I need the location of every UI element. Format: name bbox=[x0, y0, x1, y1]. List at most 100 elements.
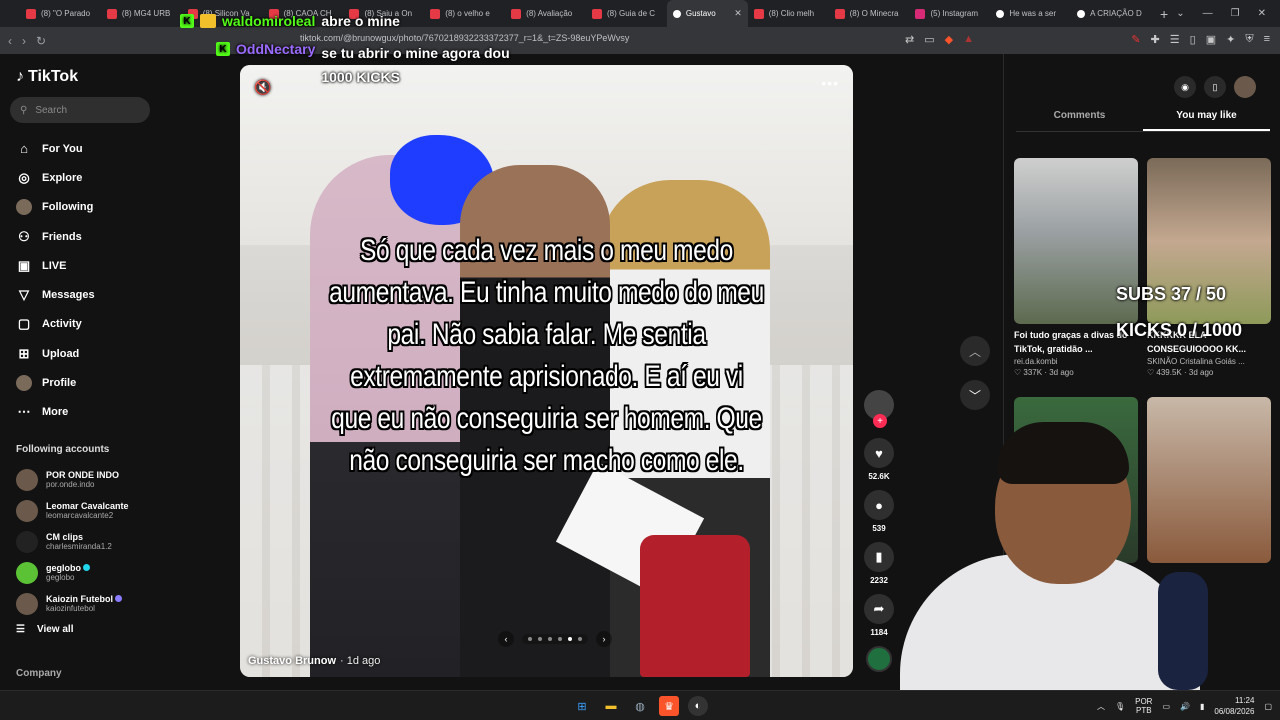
carousel-dot[interactable] bbox=[528, 637, 532, 641]
suggested-video-card[interactable]: Foi tudo graças a divas do TikTok, grati… bbox=[1014, 158, 1138, 377]
tab-search-icon[interactable]: ⌄ bbox=[1176, 8, 1184, 19]
network-icon[interactable]: ▭ bbox=[1162, 702, 1170, 711]
browser-tab[interactable]: (8) Avaliação bbox=[505, 0, 586, 27]
search-input[interactable]: ⚲ Search bbox=[10, 97, 150, 123]
bookmarks-icon[interactable]: ☰ bbox=[1170, 33, 1180, 46]
restore-icon[interactable]: ❐ bbox=[1231, 8, 1240, 19]
reload-icon[interactable]: ↻ bbox=[36, 34, 46, 48]
kick-badge-icon: K bbox=[216, 42, 230, 56]
nav-friends[interactable]: ⚇ Friends bbox=[16, 222, 95, 251]
youtube-favicon-icon bbox=[753, 8, 764, 19]
close-tab-icon[interactable]: ✕ bbox=[734, 8, 742, 19]
photo-post[interactable]: Só que cada vez mais o meu medo aumentav… bbox=[240, 65, 853, 677]
nav-activity[interactable]: ▢ Activity bbox=[16, 310, 95, 339]
wallet-icon[interactable]: ▣ bbox=[1206, 33, 1216, 46]
kick-badge-icon: K bbox=[180, 14, 194, 28]
nav-for-you[interactable]: ⌂ For You bbox=[16, 134, 95, 163]
cast-icon[interactable]: ▭ bbox=[924, 33, 934, 46]
back-icon[interactable]: ‹ bbox=[8, 34, 12, 48]
more-options-icon[interactable]: ••• bbox=[821, 75, 839, 91]
tiktok-favicon-icon bbox=[1077, 9, 1086, 18]
nav-explore[interactable]: ◎ Explore bbox=[16, 163, 95, 192]
vpn-icon[interactable]: ⛨ bbox=[1245, 33, 1253, 46]
chevron-up-icon[interactable]: ︿ bbox=[960, 336, 990, 366]
nav-more[interactable]: ⋯ More bbox=[16, 398, 95, 427]
tab-comments[interactable]: Comments bbox=[1016, 110, 1143, 131]
puzzle-icon[interactable]: ✚ bbox=[1151, 33, 1160, 46]
extension-icon[interactable]: ✎ bbox=[1131, 33, 1140, 46]
browser-tab[interactable]: (8) Guia de C bbox=[586, 0, 667, 27]
tab-you-may-like[interactable]: You may like bbox=[1143, 110, 1270, 131]
coin-icon[interactable]: ◉ bbox=[1174, 76, 1196, 98]
carousel-dot[interactable] bbox=[568, 637, 572, 641]
browser-tab[interactable]: (8) Clio melh bbox=[748, 0, 829, 27]
youtube-favicon-icon bbox=[834, 8, 845, 19]
account-item[interactable]: geglobo geglobo bbox=[16, 557, 129, 588]
device-icon[interactable]: ▯ bbox=[1204, 76, 1226, 98]
forward-icon[interactable]: › bbox=[22, 34, 26, 48]
tiktok-logo[interactable]: ♪ TikTok bbox=[16, 68, 78, 86]
carousel-dot[interactable] bbox=[558, 637, 562, 641]
post-time: · 1d ago bbox=[340, 655, 381, 667]
file-explorer-icon[interactable]: ▬ bbox=[601, 696, 621, 716]
nav-messages[interactable]: ▽ Messages bbox=[16, 280, 95, 309]
activity-icon: ▢ bbox=[17, 316, 31, 332]
language-indicator[interactable]: POR PTB bbox=[1135, 697, 1152, 715]
nav-live[interactable]: ▣ LIVE bbox=[16, 251, 95, 280]
account-name: geglobo bbox=[46, 562, 81, 573]
battery-icon[interactable]: ▮ bbox=[1200, 702, 1204, 711]
volume-icon[interactable]: 🔊 bbox=[1180, 702, 1190, 711]
browser-tab[interactable]: Gustavo ✕ bbox=[666, 0, 748, 27]
nav-following[interactable]: Following bbox=[16, 193, 95, 222]
carousel-next-icon[interactable]: › bbox=[596, 631, 612, 647]
tab-label: (8) o velho e bbox=[445, 9, 490, 18]
brave-rewards-icon[interactable]: ▲ bbox=[963, 33, 974, 46]
obs-icon[interactable]: ◐ bbox=[688, 696, 708, 716]
carousel-dot[interactable] bbox=[538, 637, 542, 641]
account-item[interactable]: POR ONDE INDO por.onde.indo bbox=[16, 464, 129, 495]
menu-icon[interactable]: ≡ bbox=[1264, 33, 1270, 46]
account-item[interactable]: CM clips charlesmiranda1.2 bbox=[16, 526, 129, 557]
window-controls: ⌄ — ❐ ✕ bbox=[1176, 8, 1280, 19]
nav-profile[interactable]: Profile bbox=[16, 368, 95, 397]
browser-tab[interactable]: (8) o velho e bbox=[424, 0, 505, 27]
close-window-icon[interactable]: ✕ bbox=[1258, 8, 1266, 19]
carousel-prev-icon[interactable]: ‹ bbox=[498, 631, 514, 647]
ai-icon[interactable]: ✦ bbox=[1226, 33, 1235, 46]
nav-upload[interactable]: ⊞ Upload bbox=[16, 339, 95, 368]
translate-icon[interactable]: ⇄ bbox=[905, 33, 914, 46]
post-author[interactable]: Gustavo Brunow · 1d ago bbox=[248, 655, 380, 667]
browser-tab[interactable]: (8) "O Parado bbox=[20, 0, 101, 27]
view-all-button[interactable]: ☰ View all bbox=[16, 624, 73, 635]
account-name: Leomar Cavalcante bbox=[46, 500, 129, 511]
notification-icon[interactable]: ▢ bbox=[1264, 702, 1272, 711]
brave-browser-icon[interactable]: ♛ bbox=[659, 696, 679, 716]
heart-icon: ♡ bbox=[1147, 368, 1157, 377]
minimize-icon[interactable]: — bbox=[1203, 8, 1213, 19]
search-icon: ⚲ bbox=[20, 104, 28, 116]
clock[interactable]: 11:24 06/08/2026 bbox=[1214, 695, 1254, 717]
browser-tab[interactable]: (8) MG4 URB bbox=[101, 0, 182, 27]
account-item[interactable]: Leomar Cavalcante leomarcavalcante2 bbox=[16, 495, 129, 526]
tiktok-favicon-icon bbox=[996, 9, 1005, 18]
carousel-dot[interactable] bbox=[578, 637, 582, 641]
browser-tab[interactable]: (5) Instagram bbox=[909, 0, 990, 27]
steam-icon[interactable]: ◍ bbox=[630, 696, 650, 716]
browser-tab[interactable]: He was a ser bbox=[990, 0, 1071, 27]
windows-start-icon[interactable]: ⊞ bbox=[572, 696, 592, 716]
brave-shield-icon[interactable]: ◆ bbox=[945, 33, 953, 46]
more-icon: ⋯ bbox=[17, 404, 31, 420]
mic-icon[interactable]: 🎙 bbox=[1115, 702, 1125, 711]
browser-tab[interactable]: (8) O Minecra bbox=[829, 0, 910, 27]
tiktok-sidebar: ♪ TikTok ⚲ Search ⌂ For You ◎ Explore Foll… bbox=[0, 54, 170, 690]
suggested-video-card[interactable]: KKKKKK ELA CONSEGUIOOOO KK... SKINÃO Cri… bbox=[1147, 158, 1271, 377]
company-link[interactable]: Company bbox=[16, 668, 62, 679]
sidebar-icon[interactable]: ▯ bbox=[1190, 33, 1196, 46]
tray-expand-icon[interactable]: ︿ bbox=[1097, 701, 1105, 712]
browser-tab[interactable]: A CRIAÇÃO D bbox=[1071, 0, 1152, 27]
new-tab-button[interactable]: + bbox=[1152, 6, 1176, 22]
account-item[interactable]: Kaiozin Futebol kaiozinfutebol bbox=[16, 588, 129, 619]
compass-icon: ◎ bbox=[18, 169, 30, 185]
avatar[interactable] bbox=[1234, 76, 1256, 98]
carousel-dot[interactable] bbox=[548, 637, 552, 641]
